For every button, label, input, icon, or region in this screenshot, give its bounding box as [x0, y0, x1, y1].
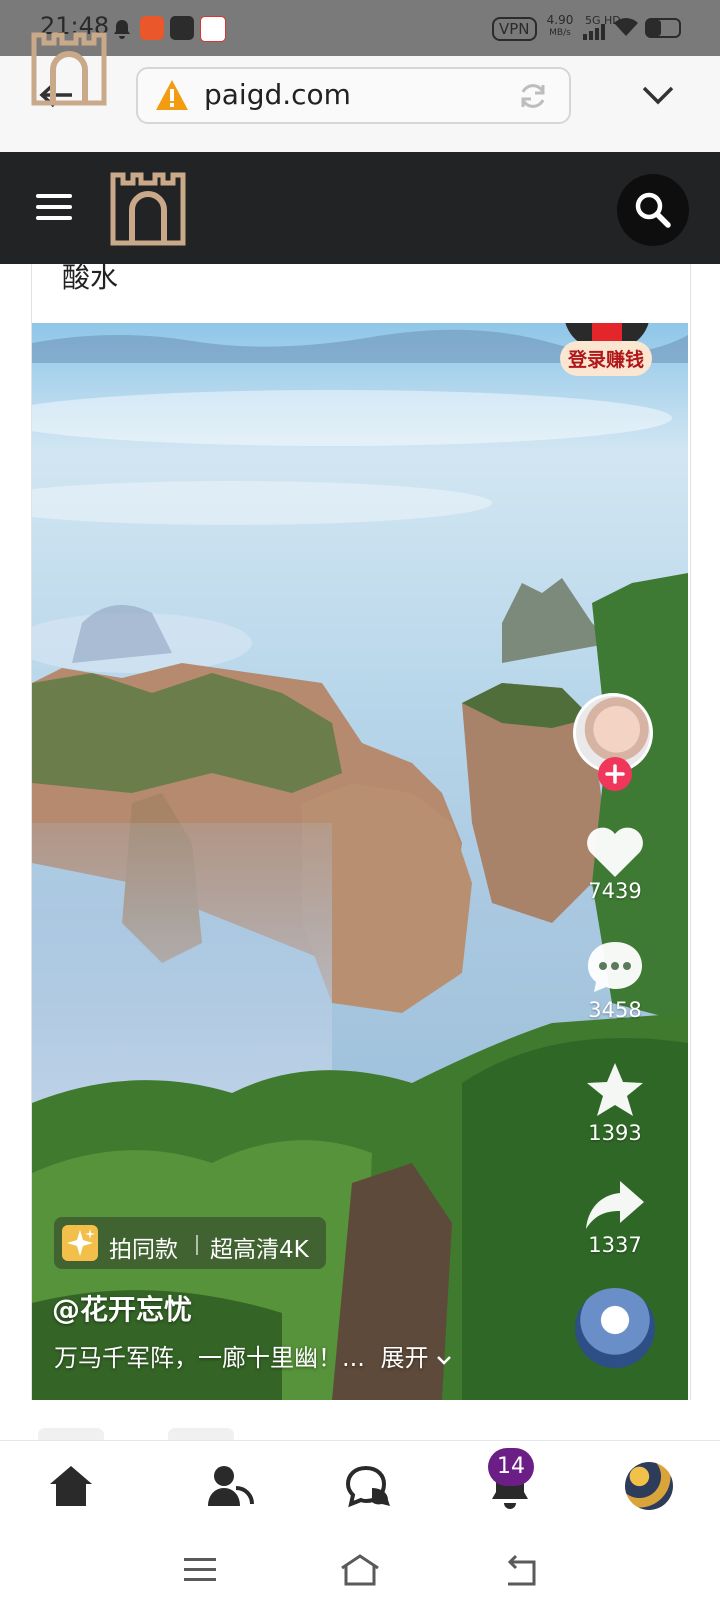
vpn-indicator: VPN [492, 17, 537, 41]
network-speed-value: 4.90 [546, 13, 574, 27]
author-name[interactable]: @花开忘忧 [52, 1288, 192, 1328]
divider [196, 1235, 198, 1255]
comment-icon [588, 942, 642, 992]
battery-level [647, 20, 662, 36]
network-speed-unit: MB/s [549, 28, 571, 38]
warning-icon [154, 78, 190, 116]
post-title-fragment: 酸水 [62, 261, 119, 294]
app-notification-icon [170, 16, 194, 40]
app-notification-icon [140, 16, 164, 40]
comment-count: 3458 [588, 998, 642, 1022]
home-nav-icon[interactable] [48, 1464, 94, 1512]
signal-icon [582, 24, 606, 44]
expand-link[interactable]: 展开 [381, 1344, 429, 1372]
comment-button[interactable]: 3458 [580, 938, 650, 1028]
login-earn-badge[interactable]: 登录赚钱 [560, 341, 653, 376]
like-count: 7439 [588, 879, 642, 903]
follow-button[interactable] [598, 757, 632, 791]
shoot-same-label[interactable]: 拍同款 [109, 1230, 178, 1264]
site-header [0, 152, 720, 264]
chevron-down-icon[interactable] [641, 84, 675, 110]
profile-avatar[interactable] [625, 1462, 673, 1510]
quality-label[interactable]: 超高清4K [210, 1230, 309, 1264]
caption-text: 万马千军阵，一廊十里幽！... [54, 1344, 365, 1372]
video-player[interactable]: 登录赚钱 7439 3458 1393 1337 拍同款 超高清4K @花开忘忧… [32, 323, 688, 1400]
address-bar[interactable] [136, 67, 571, 124]
system-home-icon[interactable] [340, 1554, 380, 1590]
chevron-down-icon [437, 1356, 452, 1365]
sparkle-icon [62, 1225, 98, 1261]
notification-badge: 14 [488, 1448, 534, 1486]
battery-icon [645, 18, 681, 38]
system-back-icon[interactable] [502, 1554, 538, 1590]
music-disc[interactable] [575, 1288, 655, 1368]
share-icon [586, 1181, 644, 1229]
search-button[interactable] [617, 174, 689, 246]
video-caption: 万马千军阵，一廊十里幽！... 展开 [54, 1338, 452, 1373]
site-logo[interactable] [110, 172, 186, 250]
url-text[interactable]: paigd.com [204, 78, 351, 111]
system-menu-icon[interactable] [184, 1556, 216, 1588]
favorite-count: 1393 [588, 1121, 642, 1145]
heart-icon [587, 827, 643, 877]
plus-icon [605, 764, 625, 784]
hamburger-menu-icon[interactable] [36, 193, 72, 225]
mail-notification-icon [200, 16, 226, 42]
red-envelope-shape [592, 323, 622, 343]
share-button[interactable]: 1337 [580, 1179, 650, 1269]
site-favicon [31, 32, 107, 110]
friends-nav-icon[interactable] [206, 1464, 254, 1512]
reload-icon[interactable] [517, 80, 549, 116]
bell-icon [112, 18, 136, 42]
star-icon [587, 1063, 643, 1116]
favorite-button[interactable]: 1393 [580, 1061, 650, 1151]
like-button[interactable]: 7439 [580, 823, 650, 903]
share-count: 1337 [588, 1233, 642, 1257]
search-icon [635, 192, 671, 228]
wifi-icon [612, 16, 640, 42]
network-speed: 4.90 MB/s [538, 13, 582, 39]
messages-nav-icon[interactable] [345, 1464, 392, 1512]
